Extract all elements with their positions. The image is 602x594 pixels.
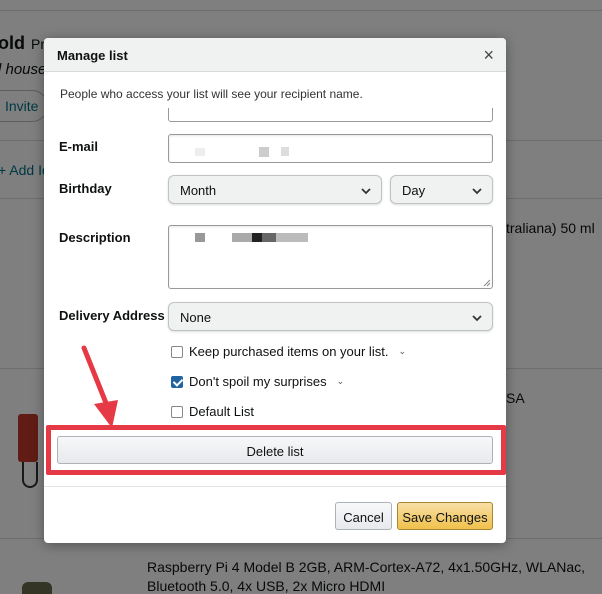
birthday-month-select[interactable]: Month: [168, 175, 382, 204]
default-list-option[interactable]: Default List: [171, 404, 254, 418]
keep-purchased-checkbox[interactable]: [171, 345, 183, 358]
chevron-down-icon: [472, 315, 482, 322]
default-list-label: Default List: [189, 404, 255, 418]
delivery-address-select[interactable]: None: [168, 302, 493, 331]
default-list-checkbox[interactable]: [171, 405, 183, 418]
recipient-notice: People who access your list will see you…: [60, 87, 363, 101]
annotation-highlight-box: [46, 425, 506, 475]
email-field[interactable]: [168, 134, 493, 163]
delivery-address-label: Delivery Address: [59, 308, 165, 323]
email-label: E-mail: [59, 139, 99, 154]
dont-spoil-label: Don't spoil my surprises: [189, 374, 327, 389]
birthday-label: Birthday: [59, 181, 112, 196]
close-icon[interactable]: ×: [483, 45, 494, 66]
chevron-down-icon[interactable]: ⌄: [337, 376, 345, 387]
chevron-down-icon: [472, 188, 482, 195]
description-textarea[interactable]: [168, 225, 493, 289]
dialog-header: Manage list ×: [44, 38, 506, 72]
save-changes-button[interactable]: Save Changes: [397, 502, 493, 530]
cancel-button[interactable]: Cancel: [335, 502, 392, 530]
resize-handle-icon[interactable]: [483, 279, 491, 287]
chevron-down-icon: [361, 188, 371, 195]
annotation-arrow-icon: [81, 345, 118, 428]
dont-spoil-option[interactable]: Don't spoil my surprises ⌄: [171, 374, 344, 389]
recipient-name-field[interactable]: [168, 108, 493, 122]
dont-spoil-checkbox[interactable]: [171, 375, 183, 388]
birthday-day-select[interactable]: Day: [390, 175, 493, 204]
chevron-down-icon[interactable]: ⌄: [398, 346, 406, 357]
dialog-title: Manage list: [57, 48, 128, 63]
description-label: Description: [59, 230, 131, 245]
keep-purchased-label: Keep purchased items on your list.: [189, 344, 389, 359]
keep-purchased-option[interactable]: Keep purchased items on your list. ⌄: [171, 344, 406, 359]
dialog-footer: Cancel Save Changes: [44, 486, 506, 543]
